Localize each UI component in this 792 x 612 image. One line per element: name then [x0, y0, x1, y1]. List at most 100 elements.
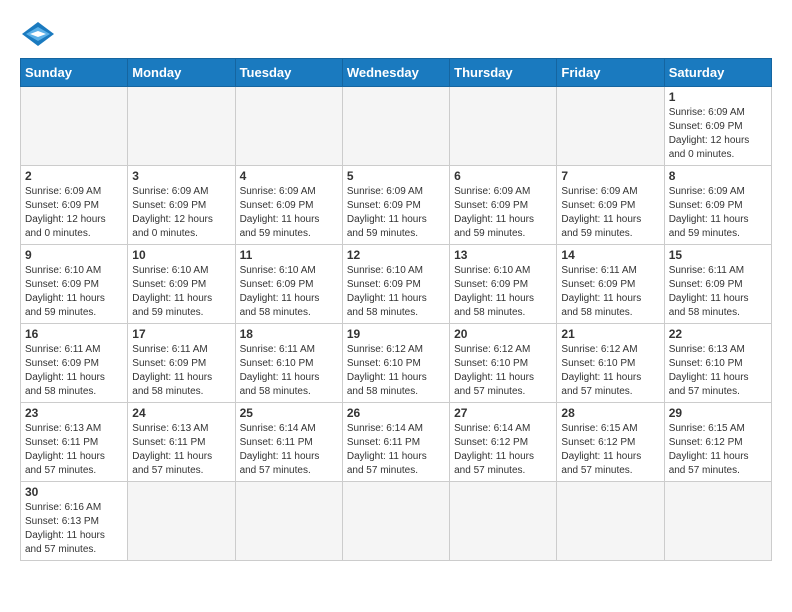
calendar-cell: 25 Sunrise: 6:14 AM Sunset: 6:11 PM Dayli…	[235, 403, 342, 482]
calendar-cell	[664, 482, 771, 561]
day-info: Sunrise: 6:09 AM Sunset: 6:09 PM Dayligh…	[347, 185, 445, 241]
weekday-header: Monday	[128, 59, 235, 87]
day-number: 18	[240, 327, 338, 341]
day-number: 20	[454, 327, 552, 341]
day-number: 7	[561, 169, 659, 183]
calendar-cell: 2Sunrise: 6:09 AM Sunset: 6:09 PM Daylig…	[21, 166, 128, 245]
calendar-cell	[342, 482, 449, 561]
calendar-cell: 11 Sunrise: 6:10 AM Sunset: 6:09 PM Dayli…	[235, 245, 342, 324]
day-number: 27	[454, 406, 552, 420]
day-info: Sunrise: 6:13 AM Sunset: 6:10 PM Dayligh…	[669, 343, 767, 399]
calendar-cell: 29Sunrise: 6:15 AM Sunset: 6:12 PM Dayli…	[664, 403, 771, 482]
day-info: Sunrise: 6:11 AM Sunset: 6:10 PM Dayligh…	[240, 343, 338, 399]
calendar-cell: 1 Sunrise: 6:09 AM Sunset: 6:09 PM Daylig…	[664, 87, 771, 166]
day-number: 4	[240, 169, 338, 183]
calendar-cell: 24 Sunrise: 6:13 AM Sunset: 6:11 PM Dayli…	[128, 403, 235, 482]
weekday-header: Wednesday	[342, 59, 449, 87]
calendar-cell: 14 Sunrise: 6:11 AM Sunset: 6:09 PM Dayli…	[557, 245, 664, 324]
day-info: Sunrise: 6:09 AM Sunset: 6:09 PM Dayligh…	[561, 185, 659, 241]
day-number: 11	[240, 248, 338, 262]
day-info: Sunrise: 6:10 AM Sunset: 6:09 PM Dayligh…	[240, 264, 338, 320]
logo	[20, 20, 60, 48]
day-number: 13	[454, 248, 552, 262]
day-number: 14	[561, 248, 659, 262]
calendar-cell	[557, 87, 664, 166]
day-number: 30	[25, 485, 123, 499]
day-number: 24	[132, 406, 230, 420]
calendar-cell	[128, 87, 235, 166]
day-info: Sunrise: 6:09 AM Sunset: 6:09 PM Dayligh…	[132, 185, 230, 241]
day-info: Sunrise: 6:11 AM Sunset: 6:09 PM Dayligh…	[561, 264, 659, 320]
calendar-cell: 6Sunrise: 6:09 AM Sunset: 6:09 PM Daylig…	[450, 166, 557, 245]
calendar-cell: 16 Sunrise: 6:11 AM Sunset: 6:09 PM Dayli…	[21, 324, 128, 403]
calendar-cell: 23 Sunrise: 6:13 AM Sunset: 6:11 PM Dayli…	[21, 403, 128, 482]
calendar-cell	[21, 87, 128, 166]
day-number: 17	[132, 327, 230, 341]
calendar-cell: 8 Sunrise: 6:09 AM Sunset: 6:09 PM Daylig…	[664, 166, 771, 245]
weekday-header: Saturday	[664, 59, 771, 87]
logo-icon	[20, 20, 56, 48]
day-number: 3	[132, 169, 230, 183]
day-info: Sunrise: 6:11 AM Sunset: 6:09 PM Dayligh…	[669, 264, 767, 320]
calendar-cell: 5Sunrise: 6:09 AM Sunset: 6:09 PM Daylig…	[342, 166, 449, 245]
calendar-cell	[128, 482, 235, 561]
day-info: Sunrise: 6:13 AM Sunset: 6:11 PM Dayligh…	[25, 422, 123, 478]
calendar-cell: 18 Sunrise: 6:11 AM Sunset: 6:10 PM Dayli…	[235, 324, 342, 403]
day-info: Sunrise: 6:15 AM Sunset: 6:12 PM Dayligh…	[561, 422, 659, 478]
day-info: Sunrise: 6:14 AM Sunset: 6:11 PM Dayligh…	[240, 422, 338, 478]
day-number: 28	[561, 406, 659, 420]
day-number: 25	[240, 406, 338, 420]
day-number: 21	[561, 327, 659, 341]
calendar-cell: 4 Sunrise: 6:09 AM Sunset: 6:09 PM Daylig…	[235, 166, 342, 245]
day-info: Sunrise: 6:09 AM Sunset: 6:09 PM Dayligh…	[240, 185, 338, 241]
day-number: 10	[132, 248, 230, 262]
page-header	[20, 20, 772, 48]
calendar-cell	[235, 87, 342, 166]
calendar-cell: 10 Sunrise: 6:10 AM Sunset: 6:09 PM Dayli…	[128, 245, 235, 324]
day-info: Sunrise: 6:09 AM Sunset: 6:09 PM Dayligh…	[669, 185, 767, 241]
day-number: 19	[347, 327, 445, 341]
day-info: Sunrise: 6:12 AM Sunset: 6:10 PM Dayligh…	[454, 343, 552, 399]
weekday-header: Tuesday	[235, 59, 342, 87]
calendar-cell: 9 Sunrise: 6:10 AM Sunset: 6:09 PM Daylig…	[21, 245, 128, 324]
calendar-cell: 20 Sunrise: 6:12 AM Sunset: 6:10 PM Dayli…	[450, 324, 557, 403]
day-number: 9	[25, 248, 123, 262]
day-number: 1	[669, 90, 767, 104]
calendar: SundayMondayTuesdayWednesdayThursdayFrid…	[20, 58, 772, 561]
calendar-cell: 28 Sunrise: 6:15 AM Sunset: 6:12 PM Dayli…	[557, 403, 664, 482]
calendar-cell: 19 Sunrise: 6:12 AM Sunset: 6:10 PM Dayli…	[342, 324, 449, 403]
day-info: Sunrise: 6:11 AM Sunset: 6:09 PM Dayligh…	[25, 343, 123, 399]
weekday-header: Sunday	[21, 59, 128, 87]
calendar-cell: 30Sunrise: 6:16 AM Sunset: 6:13 PM Dayli…	[21, 482, 128, 561]
day-info: Sunrise: 6:09 AM Sunset: 6:09 PM Dayligh…	[454, 185, 552, 241]
day-info: Sunrise: 6:10 AM Sunset: 6:09 PM Dayligh…	[132, 264, 230, 320]
weekday-header: Thursday	[450, 59, 557, 87]
calendar-cell: 21 Sunrise: 6:12 AM Sunset: 6:10 PM Dayli…	[557, 324, 664, 403]
calendar-cell: 13 Sunrise: 6:10 AM Sunset: 6:09 PM Dayli…	[450, 245, 557, 324]
day-number: 15	[669, 248, 767, 262]
calendar-cell	[450, 482, 557, 561]
day-info: Sunrise: 6:14 AM Sunset: 6:12 PM Dayligh…	[454, 422, 552, 478]
calendar-cell	[342, 87, 449, 166]
day-info: Sunrise: 6:12 AM Sunset: 6:10 PM Dayligh…	[561, 343, 659, 399]
weekday-header: Friday	[557, 59, 664, 87]
day-info: Sunrise: 6:14 AM Sunset: 6:11 PM Dayligh…	[347, 422, 445, 478]
day-info: Sunrise: 6:13 AM Sunset: 6:11 PM Dayligh…	[132, 422, 230, 478]
calendar-cell: 7 Sunrise: 6:09 AM Sunset: 6:09 PM Daylig…	[557, 166, 664, 245]
day-number: 16	[25, 327, 123, 341]
calendar-cell	[557, 482, 664, 561]
day-info: Sunrise: 6:09 AM Sunset: 6:09 PM Dayligh…	[669, 106, 767, 162]
calendar-cell: 27 Sunrise: 6:14 AM Sunset: 6:12 PM Dayli…	[450, 403, 557, 482]
day-info: Sunrise: 6:15 AM Sunset: 6:12 PM Dayligh…	[669, 422, 767, 478]
day-number: 22	[669, 327, 767, 341]
calendar-cell	[235, 482, 342, 561]
calendar-cell: 22 Sunrise: 6:13 AM Sunset: 6:10 PM Dayli…	[664, 324, 771, 403]
day-info: Sunrise: 6:11 AM Sunset: 6:09 PM Dayligh…	[132, 343, 230, 399]
calendar-cell: 3 Sunrise: 6:09 AM Sunset: 6:09 PM Daylig…	[128, 166, 235, 245]
day-info: Sunrise: 6:10 AM Sunset: 6:09 PM Dayligh…	[25, 264, 123, 320]
day-info: Sunrise: 6:10 AM Sunset: 6:09 PM Dayligh…	[347, 264, 445, 320]
day-info: Sunrise: 6:12 AM Sunset: 6:10 PM Dayligh…	[347, 343, 445, 399]
day-number: 23	[25, 406, 123, 420]
day-info: Sunrise: 6:10 AM Sunset: 6:09 PM Dayligh…	[454, 264, 552, 320]
day-number: 8	[669, 169, 767, 183]
